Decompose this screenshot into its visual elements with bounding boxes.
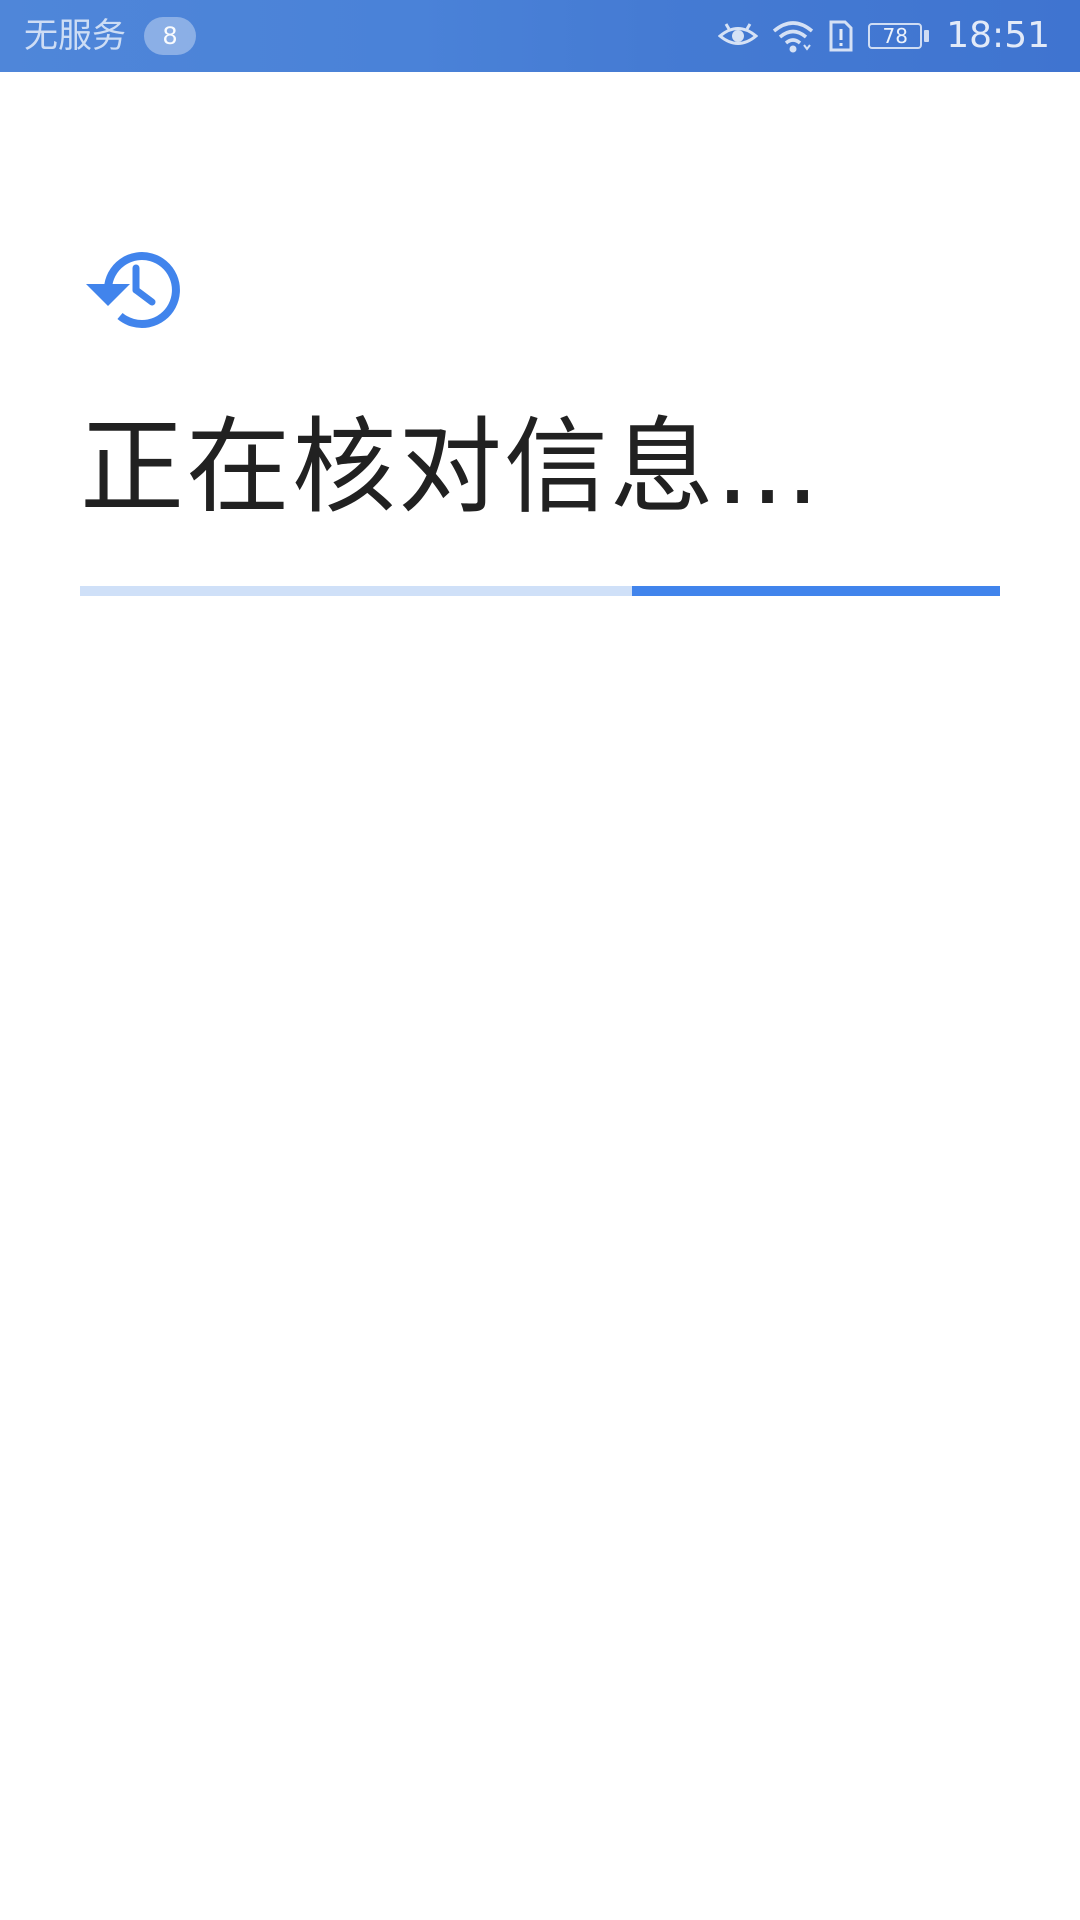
wifi-icon	[773, 21, 814, 53]
status-bar: 无服务 8 78 18:51	[0, 0, 1080, 72]
history-icon	[86, 252, 180, 329]
progress-bar	[80, 586, 1000, 596]
battery-icon: 78	[868, 21, 930, 51]
carrier-label: 无服务	[24, 16, 126, 56]
page-title: 正在核对信息...	[80, 406, 822, 528]
progress-indicator	[632, 586, 1000, 596]
eye-comfort-icon	[718, 23, 759, 45]
battery-level: 78	[868, 23, 923, 49]
battery-cap	[924, 30, 930, 42]
sim-alert-icon	[829, 20, 853, 52]
clock: 18:51	[946, 15, 1050, 56]
notification-count-badge: 8	[144, 17, 196, 55]
status-icons: 78 18:51	[718, 0, 1050, 72]
